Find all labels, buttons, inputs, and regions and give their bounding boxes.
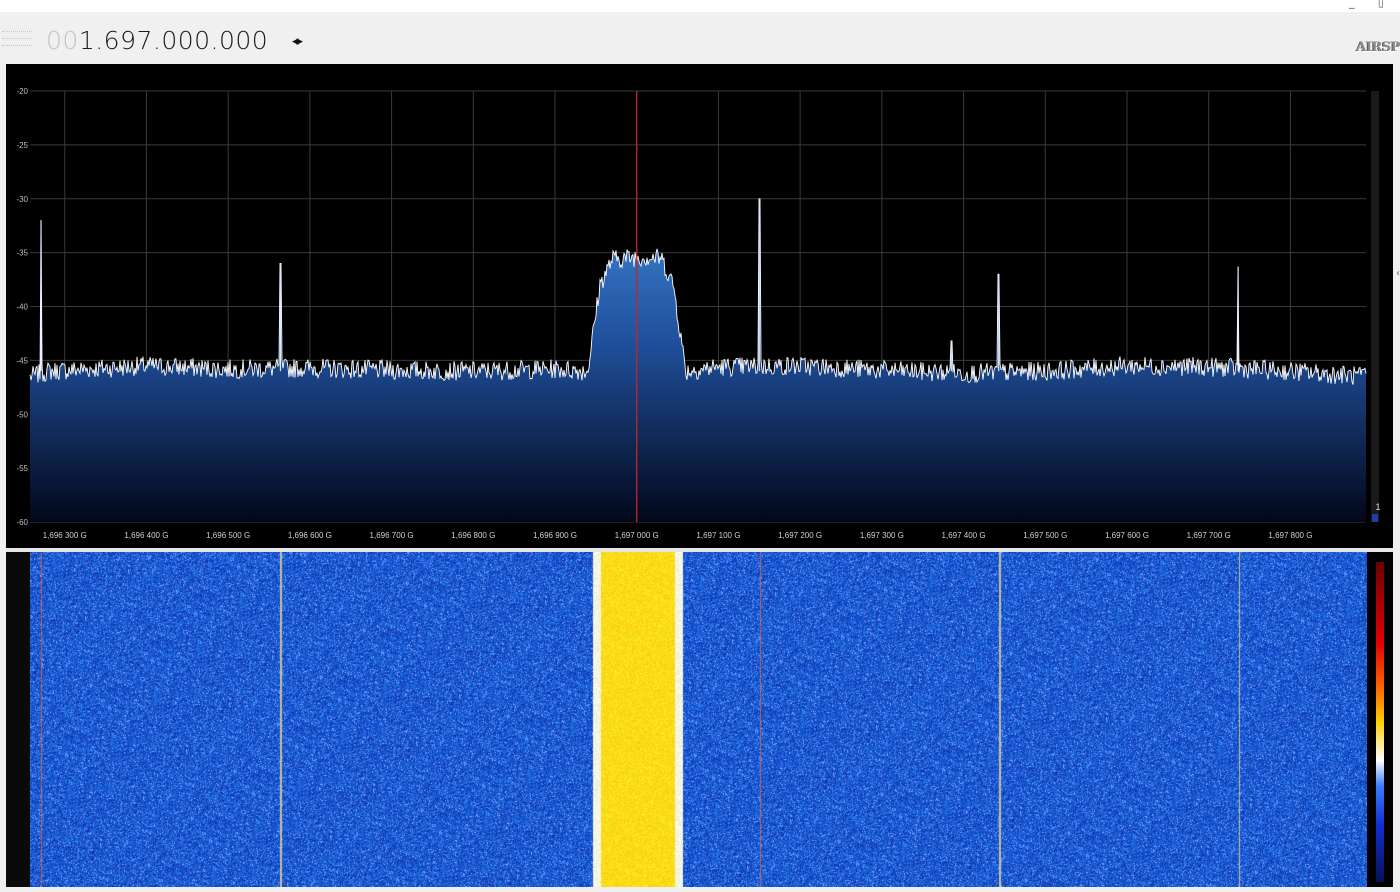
level-meter-label: 1 [1375, 502, 1380, 512]
y-tick-label: -30 [16, 195, 28, 204]
frequency-display[interactable]: 001.697.000.000 [46, 26, 268, 56]
x-tick-label: 1,696 800 G [451, 531, 495, 540]
y-tick-label: -35 [16, 249, 28, 258]
y-tick-label: -20 [16, 87, 28, 96]
x-tick-label: 1,697 700 G [1187, 531, 1231, 540]
toolbar: 001.697.000.000 ◂▸ AIRSP [0, 12, 1400, 64]
level-meter [1371, 91, 1379, 522]
x-tick-label: 1,696 300 G [43, 531, 87, 540]
y-tick-label: -45 [16, 356, 28, 365]
x-tick-label: 1,696 500 G [206, 531, 250, 540]
waterfall-color-scale [1376, 562, 1384, 882]
x-tick-label: 1,697 500 G [1023, 531, 1067, 540]
x-tick-label: 1,697 100 G [696, 531, 740, 540]
x-tick-label: 1,696 600 G [288, 531, 332, 540]
y-tick-label: -55 [16, 464, 28, 473]
sdr-app-window: _ ▯ 001.697.000.000 ◂▸ AIRSP -20 -25 -30 -3… [0, 0, 1400, 892]
y-tick-label: -60 [16, 518, 28, 527]
right-edge-handle-icon[interactable]: ‹ [1396, 268, 1400, 279]
x-tick-label: 1,697 200 G [778, 531, 822, 540]
y-tick-label: -50 [16, 410, 28, 419]
menu-grip-icon[interactable] [0, 26, 34, 48]
status-strip [0, 887, 1400, 892]
airspy-logo: AIRSP [1356, 40, 1400, 55]
y-tick-label: -25 [16, 141, 28, 150]
x-tick-label: 1,696 700 G [370, 531, 414, 540]
x-tick-label: 1,697 400 G [942, 531, 986, 540]
x-tick-label: 1,697 000 G [615, 531, 659, 540]
level-meter-fill [1372, 514, 1378, 522]
waterfall-canvas[interactable] [30, 552, 1367, 887]
window-controls[interactable]: _ ▯ [1349, 0, 1394, 9]
x-tick-label: 1,697 800 G [1268, 531, 1312, 540]
x-tick-label: 1,697 600 G [1105, 531, 1149, 540]
y-tick-label: -40 [16, 303, 28, 312]
tune-arrows-icon[interactable]: ◂▸ [292, 34, 303, 49]
window-title-strip: _ ▯ [0, 0, 1400, 12]
x-tick-label: 1,696 900 G [533, 531, 577, 540]
x-tick-label: 1,697 300 G [860, 531, 904, 540]
waterfall-display[interactable] [6, 552, 1393, 887]
spectrum-chart[interactable]: -20 -25 -30 -35 -40 -45 -50 -55 -60 1,696 300 G 1,… [6, 64, 1393, 548]
spectrum-display[interactable]: -20 -25 -30 -35 -40 -45 -50 -55 -60 1,696 300 G 1,… [6, 64, 1393, 548]
spectrum-trace-line [29, 198, 1367, 385]
frequency-value[interactable]: 1.697.000.000 [79, 26, 268, 55]
x-tick-label: 1,696 400 G [124, 531, 168, 540]
waterfall-left-gutter [6, 552, 30, 887]
frequency-leading-digits[interactable]: 00 [46, 26, 79, 55]
